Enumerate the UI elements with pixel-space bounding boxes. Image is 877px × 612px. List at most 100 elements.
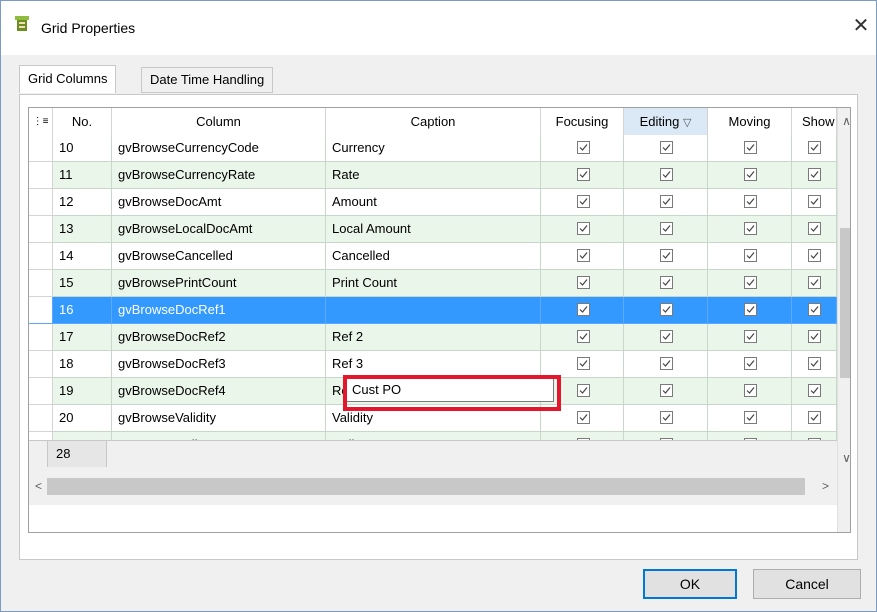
cell-caption[interactable]: Ref 3	[326, 351, 541, 378]
show-checkbox[interactable]	[808, 222, 821, 235]
editing-checkbox[interactable]	[660, 411, 673, 424]
row-indicator[interactable]	[29, 351, 53, 378]
cell-no[interactable]: 17	[53, 324, 112, 351]
cell-no[interactable]: 16	[53, 297, 112, 324]
vertical-scroll-thumb[interactable]	[840, 228, 850, 378]
show-checkbox[interactable]	[808, 303, 821, 316]
focusing-checkbox[interactable]	[577, 384, 590, 397]
editing-checkbox[interactable]	[660, 330, 673, 343]
show-checkbox[interactable]	[808, 195, 821, 208]
header-moving[interactable]: Moving	[708, 108, 792, 135]
cancel-button[interactable]: Cancel	[753, 569, 861, 599]
focusing-checkbox[interactable]	[577, 357, 590, 370]
cell-caption[interactable]: Print Count	[326, 270, 541, 297]
editing-checkbox[interactable]	[660, 141, 673, 154]
cell-column[interactable]: gvBrowseDocRef2	[112, 324, 326, 351]
cell-column[interactable]: gvBrowseCancelled	[112, 243, 326, 270]
header-focusing[interactable]: Focusing	[541, 108, 624, 135]
focusing-checkbox[interactable]	[577, 141, 590, 154]
cell-column[interactable]: gvBrowseDocAmt	[112, 189, 326, 216]
scroll-down-icon[interactable]: ∨	[838, 450, 850, 467]
cell-no[interactable]: 18	[53, 351, 112, 378]
cell-column[interactable]: gvBrowseDocRef1	[112, 297, 326, 324]
filter-icon[interactable]: ▽	[683, 117, 691, 129]
editing-checkbox[interactable]	[660, 384, 673, 397]
row-indicator[interactable]	[29, 189, 53, 216]
moving-checkbox[interactable]	[744, 168, 757, 181]
cell-column[interactable]: gvBrowseCurrencyRate	[112, 162, 326, 189]
scroll-up-icon[interactable]: ∧	[838, 113, 850, 130]
cell-no[interactable]: 13	[53, 216, 112, 243]
cell-caption[interactable]: Ref 2	[326, 324, 541, 351]
cell-column[interactable]: gvBrowseLocalDocAmt	[112, 216, 326, 243]
table-row[interactable]: 18 gvBrowseDocRef3 Ref 3	[29, 351, 837, 378]
focusing-checkbox[interactable]	[577, 303, 590, 316]
header-no[interactable]: No.	[53, 108, 112, 135]
cell-no[interactable]: 14	[53, 243, 112, 270]
table-row[interactable]: 15 gvBrowsePrintCount Print Count	[29, 270, 837, 297]
moving-checkbox[interactable]	[744, 330, 757, 343]
close-icon[interactable]: ✕	[847, 12, 875, 40]
focusing-checkbox[interactable]	[577, 249, 590, 262]
show-checkbox[interactable]	[808, 384, 821, 397]
show-checkbox[interactable]	[808, 249, 821, 262]
tab-grid-columns[interactable]: Grid Columns	[19, 65, 117, 93]
moving-checkbox[interactable]	[744, 195, 757, 208]
table-row[interactable]: 14 gvBrowseCancelled Cancelled	[29, 243, 837, 270]
table-row[interactable]: 11 gvBrowseCurrencyRate Rate	[29, 162, 837, 189]
editing-checkbox[interactable]	[660, 276, 673, 289]
editing-checkbox[interactable]	[660, 303, 673, 316]
show-checkbox[interactable]	[808, 141, 821, 154]
row-indicator[interactable]	[29, 243, 53, 270]
cell-column[interactable]: gvBrowseValidity	[112, 405, 326, 432]
cell-column[interactable]: gvBrowseDocRef4	[112, 378, 326, 405]
cell-caption[interactable]	[326, 297, 541, 324]
cell-no[interactable]: 12	[53, 189, 112, 216]
cell-no[interactable]: 10	[53, 135, 112, 162]
moving-checkbox[interactable]	[744, 249, 757, 262]
editing-checkbox[interactable]	[660, 195, 673, 208]
focusing-checkbox[interactable]	[577, 195, 590, 208]
focusing-checkbox[interactable]	[577, 411, 590, 424]
cell-caption[interactable]: Cancelled	[326, 243, 541, 270]
show-checkbox[interactable]	[808, 411, 821, 424]
vertical-scrollbar[interactable]: ∧ ∨	[837, 108, 850, 532]
cell-column[interactable]: gvBrowseCurrencyCode	[112, 135, 326, 162]
editing-checkbox[interactable]	[660, 222, 673, 235]
cell-caption[interactable]: Currency	[326, 135, 541, 162]
cell-no[interactable]: 20	[53, 405, 112, 432]
show-checkbox[interactable]	[808, 276, 821, 289]
row-indicator[interactable]	[29, 378, 53, 405]
moving-checkbox[interactable]	[744, 357, 757, 370]
show-checkbox[interactable]	[808, 357, 821, 370]
table-row[interactable]: 10 gvBrowseCurrencyCode Currency	[29, 135, 837, 162]
scroll-left-icon[interactable]: <	[30, 478, 47, 495]
row-indicator[interactable]	[29, 324, 53, 351]
table-row-selected[interactable]: I 16 gvBrowseDocRef1	[29, 297, 837, 324]
table-row[interactable]: 17 gvBrowseDocRef2 Ref 2	[29, 324, 837, 351]
cell-no[interactable]: 19	[53, 378, 112, 405]
cell-caption[interactable]: Local Amount	[326, 216, 541, 243]
horizontal-scrollbar[interactable]: < >	[29, 467, 837, 505]
editing-checkbox[interactable]	[660, 168, 673, 181]
focusing-checkbox[interactable]	[577, 276, 590, 289]
table-row[interactable]: 12 gvBrowseDocAmt Amount	[29, 189, 837, 216]
row-indicator[interactable]	[29, 405, 53, 432]
cell-no[interactable]: 15	[53, 270, 112, 297]
column-chooser-icon[interactable]: ⋮≡	[29, 108, 53, 135]
table-row[interactable]: 13 gvBrowseLocalDocAmt Local Amount	[29, 216, 837, 243]
focusing-checkbox[interactable]	[577, 168, 590, 181]
header-editing[interactable]: Editing ▽	[624, 108, 708, 135]
moving-checkbox[interactable]	[744, 384, 757, 397]
row-indicator[interactable]	[29, 216, 53, 243]
moving-checkbox[interactable]	[744, 411, 757, 424]
moving-checkbox[interactable]	[744, 222, 757, 235]
header-show[interactable]: Show	[792, 108, 837, 135]
row-indicator[interactable]	[29, 162, 53, 189]
moving-checkbox[interactable]	[744, 141, 757, 154]
header-column[interactable]: Column	[112, 108, 326, 135]
cell-column[interactable]: gvBrowseDocRef3	[112, 351, 326, 378]
scroll-right-icon[interactable]: >	[817, 478, 834, 495]
row-indicator[interactable]	[29, 270, 53, 297]
moving-checkbox[interactable]	[744, 303, 757, 316]
